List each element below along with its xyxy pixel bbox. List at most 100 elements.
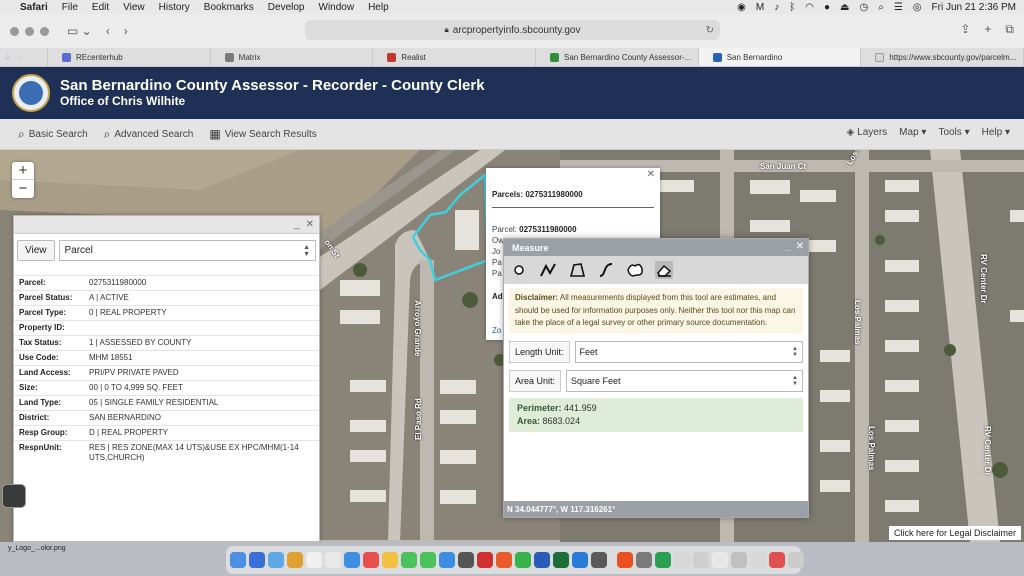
sidebar-toggle-icon[interactable]: ▭ ⌄ xyxy=(67,24,92,38)
menu-view[interactable]: View xyxy=(123,2,145,13)
county-seal-logo[interactable] xyxy=(12,74,50,112)
eject-icon[interactable]: ⏏ xyxy=(840,2,849,13)
dock-app-icon[interactable] xyxy=(306,552,322,568)
dock-app-icon[interactable] xyxy=(325,552,341,568)
view-type-select[interactable]: Parcel ▲ ▼ xyxy=(58,240,316,261)
polyline-tool-icon[interactable] xyxy=(539,261,557,279)
dock-app-icon[interactable] xyxy=(674,552,690,568)
desktop-file-label[interactable]: y_Logo_...olor.png xyxy=(8,545,66,552)
dock-app-icon[interactable] xyxy=(496,552,512,568)
address-bar[interactable]: 🔒︎ arcpropertyinfo.sbcounty.gov ↻ xyxy=(305,20,720,40)
dock-app-icon[interactable] xyxy=(731,552,747,568)
tab-san-bernardino[interactable]: San Bernardino xyxy=(698,48,862,66)
minimize-window-icon[interactable] xyxy=(25,26,34,36)
dock-app-icon[interactable] xyxy=(420,552,436,568)
menu-window[interactable]: Window xyxy=(319,2,355,13)
dock-app-icon[interactable] xyxy=(655,552,671,568)
control-center-icon[interactable]: ☰ xyxy=(894,2,903,13)
dock-app-icon[interactable] xyxy=(636,552,652,568)
dock-app-icon[interactable] xyxy=(458,552,474,568)
dock-app-icon[interactable] xyxy=(788,552,804,568)
menu-develop[interactable]: Develop xyxy=(268,2,305,13)
view-button[interactable]: View xyxy=(17,240,55,261)
close-icon[interactable]: ✕ xyxy=(796,241,804,252)
legal-disclaimer-link[interactable]: Click here for Legal Disclaimer xyxy=(888,526,1021,540)
dock-app-icon[interactable] xyxy=(230,552,246,568)
tab-assessor[interactable]: San Bernardino County Assessor-... xyxy=(536,48,699,66)
siri-icon[interactable]: ◎ xyxy=(913,2,922,13)
point-tool-icon[interactable] xyxy=(510,261,528,279)
freehand-polygon-tool-icon[interactable] xyxy=(626,261,644,279)
dock-app-icon[interactable] xyxy=(515,552,531,568)
pinned-tab-icon[interactable]: 💧︎ xyxy=(6,52,9,62)
clock-icon[interactable]: ◷ xyxy=(859,2,868,13)
dock-app-icon[interactable] xyxy=(344,552,360,568)
back-icon[interactable]: ‹ xyxy=(106,24,110,38)
zoom-out-button[interactable]: − xyxy=(12,180,34,198)
parcel-panel-titlebar[interactable]: _ ✕ xyxy=(14,216,319,234)
dock-app-icon[interactable] xyxy=(769,552,785,568)
menu-bookmarks[interactable]: Bookmarks xyxy=(204,2,254,13)
dock-app-icon[interactable] xyxy=(363,552,379,568)
globe-widget-icon[interactable] xyxy=(2,484,26,508)
new-tab-icon[interactable]: + xyxy=(984,22,991,37)
dock-app-icon[interactable] xyxy=(477,552,493,568)
polygon-tool-icon[interactable] xyxy=(568,261,586,279)
dock-app-icon[interactable] xyxy=(534,552,550,568)
menu-file[interactable]: File xyxy=(62,2,78,13)
dock-app-icon[interactable] xyxy=(268,552,284,568)
user-icon[interactable]: ● xyxy=(824,2,830,13)
pinned-tab-icon[interactable]: ◌ xyxy=(17,53,22,62)
dock-app-icon[interactable] xyxy=(382,552,398,568)
close-icon[interactable]: ✕ xyxy=(306,219,314,230)
menu-edit[interactable]: Edit xyxy=(92,2,109,13)
malwarebytes-icon[interactable]: M xyxy=(756,2,764,13)
dock-app-icon[interactable] xyxy=(617,552,633,568)
tools-menu[interactable]: Tools ▾ xyxy=(938,127,969,138)
fullscreen-window-icon[interactable] xyxy=(40,26,49,36)
menubar-datetime[interactable]: Fri Jun 21 2:36 PM xyxy=(932,2,1016,13)
dock-app-icon[interactable] xyxy=(401,552,417,568)
length-unit-select[interactable]: Feet ▲ ▼ xyxy=(574,340,803,363)
tab-matrix[interactable]: Matrix xyxy=(211,48,374,66)
dock-app-icon[interactable] xyxy=(553,552,569,568)
zoom-in-button[interactable]: + xyxy=(12,162,34,180)
popup-zoom-link[interactable]: Zo xyxy=(492,326,501,335)
menu-app-name[interactable]: Safari xyxy=(20,2,48,13)
help-menu[interactable]: Help ▾ xyxy=(982,127,1010,138)
forward-icon[interactable]: › xyxy=(124,24,128,38)
tab-realist[interactable]: Realist xyxy=(373,48,537,66)
share-icon[interactable]: ⇪ xyxy=(960,22,970,37)
tab-parcel-map[interactable]: https://www.sbcounty.gov/parcelm... xyxy=(861,48,1024,66)
minimize-icon[interactable]: _ xyxy=(785,241,791,252)
volume-icon[interactable]: ♪ xyxy=(774,2,779,13)
dock-app-icon[interactable] xyxy=(750,552,766,568)
layers-menu[interactable]: ◈ Layers xyxy=(847,127,888,138)
dock-app-icon[interactable] xyxy=(439,552,455,568)
advanced-search-button[interactable]: ⌕ Advanced Search xyxy=(104,127,194,142)
search-icon[interactable]: ⌕ xyxy=(878,2,884,13)
dock-app-icon[interactable] xyxy=(572,552,588,568)
close-icon[interactable]: ✕ xyxy=(647,169,655,180)
minimize-icon[interactable]: _ xyxy=(294,219,300,230)
measure-titlebar[interactable]: Measure _ ✕ xyxy=(504,239,808,256)
menu-help[interactable]: Help xyxy=(368,2,389,13)
basic-search-button[interactable]: ⌕ Basic Search xyxy=(18,127,88,142)
menu-history[interactable]: History xyxy=(159,2,190,13)
bluetooth-icon[interactable]: ᛒ xyxy=(789,2,795,13)
map-menu[interactable]: Map ▾ xyxy=(899,127,926,138)
wifi-icon[interactable]: ◠ xyxy=(805,2,814,13)
dock-app-icon[interactable] xyxy=(591,552,607,568)
close-window-icon[interactable] xyxy=(10,26,19,36)
creative-cloud-icon[interactable]: ◉ xyxy=(737,2,746,13)
dock-app-icon[interactable] xyxy=(693,552,709,568)
tab-recenterhub[interactable]: REcenterhub xyxy=(48,48,211,66)
dock-app-icon[interactable] xyxy=(249,552,265,568)
dock-app-icon[interactable] xyxy=(287,552,303,568)
tab-overview-icon[interactable]: ⧉ xyxy=(1005,22,1014,37)
freehand-line-tool-icon[interactable] xyxy=(597,261,615,279)
area-unit-select[interactable]: Square Feet ▲ ▼ xyxy=(566,369,803,392)
view-search-results-button[interactable]: ▦ View Search Results xyxy=(209,127,316,141)
reload-icon[interactable]: ↻ xyxy=(706,25,714,36)
eraser-tool-icon[interactable] xyxy=(655,261,673,279)
